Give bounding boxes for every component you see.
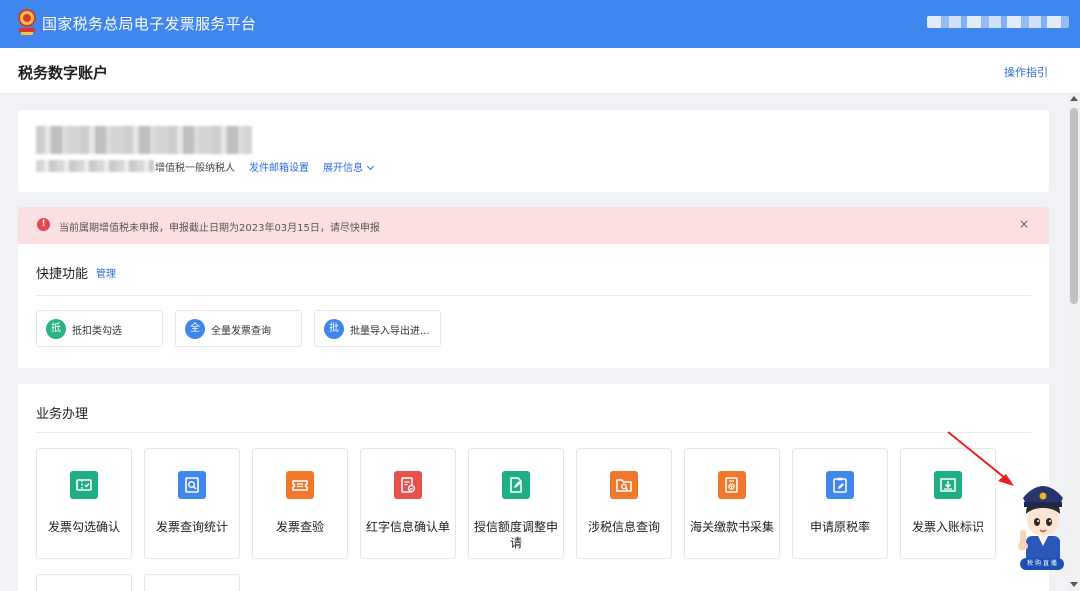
platform-title: 国家税务总局电子发票服务平台: [42, 15, 257, 33]
tile-invoice-query-statistics[interactable]: 发票查询统计: [144, 448, 240, 559]
tile-customs-payment-collection[interactable]: 海关缴款书采集: [684, 448, 780, 559]
ticket-check-icon: [70, 471, 98, 499]
company-info-card: 增值税一般纳税人 发件邮箱设置 展开信息: [18, 110, 1049, 192]
expand-info-link[interactable]: 展开信息: [323, 159, 375, 174]
deduction-badge-icon: 抵: [46, 319, 66, 339]
ticket-icon: [286, 471, 314, 499]
tile-label: 申请原税率: [809, 520, 870, 534]
scroll-down-icon[interactable]: [1070, 582, 1078, 587]
scroll-thumb[interactable]: [1070, 108, 1078, 304]
divider: [36, 432, 1031, 433]
top-bar: 国家税务总局电子发票服务平台: [0, 0, 1080, 48]
tile-red-info-confirmation[interactable]: 红字信息确认单: [360, 448, 456, 559]
tile-label: 授信额度调整申请: [473, 520, 558, 550]
folder-search-icon: [610, 471, 638, 499]
user-account-redacted[interactable]: [927, 16, 1069, 28]
warning-icon: !: [37, 218, 50, 231]
chevron-down-icon: [366, 162, 375, 171]
tile-label: 红字信息确认单: [365, 520, 450, 534]
divider: [36, 295, 1031, 296]
expand-info-label: 展开信息: [323, 163, 363, 174]
taxpayer-type: 增值税一般纳税人: [155, 163, 235, 174]
tile-label: 发票查询统计: [155, 520, 228, 534]
red-document-icon: [394, 471, 422, 499]
scroll-up-icon[interactable]: [1070, 96, 1078, 101]
manage-link[interactable]: 管理: [96, 265, 116, 280]
page-title: 税务数字账户: [18, 64, 109, 82]
tile-label: 发票勾选确认: [47, 520, 120, 534]
full-badge-icon: 全: [185, 319, 205, 339]
tile-invoice-verification[interactable]: 发票查验: [252, 448, 348, 559]
tile-apply-original-tax-rate[interactable]: 申请原税率: [792, 448, 888, 559]
page-header: 税务数字账户 操作指引: [0, 48, 1080, 94]
tile-credit-limit-adjustment[interactable]: 授信额度调整申请: [468, 448, 564, 559]
quick-functions-card: 快捷功能 管理 抵 抵扣类勾选 全 全量发票查询 批 批量导入导出进...: [18, 244, 1049, 368]
search-document-icon: [178, 471, 206, 499]
edit-document-icon: [502, 471, 530, 499]
quick-item-label: 抵扣类勾选: [72, 326, 122, 337]
quick-full-invoice-query-button[interactable]: 全 全量发票查询: [175, 310, 302, 347]
customs-document-icon: [718, 471, 746, 499]
red-arrow-icon: [947, 431, 1014, 486]
tile-next-row-1[interactable]: [36, 574, 132, 591]
operation-guide-link[interactable]: 操作指引: [1004, 64, 1048, 80]
batch-badge-icon: 批: [324, 319, 344, 339]
tile-tax-info-query[interactable]: 涉税信息查询: [576, 448, 672, 559]
quick-deduction-select-button[interactable]: 抵 抵扣类勾选: [36, 310, 163, 347]
tile-label: 海关缴款书采集: [689, 520, 774, 534]
quick-item-label: 全量发票查询: [211, 326, 271, 337]
alert-message: 当前属期增值税未申报，申报截止日期为2023年03月15日，请尽快申报: [59, 223, 380, 234]
tile-label: 发票查验: [275, 520, 324, 534]
close-icon[interactable]: ×: [1019, 217, 1029, 231]
declaration-alert: ! 当前属期增值税未申报，申报截止日期为2023年03月15日，请尽快申报 ×: [18, 207, 1049, 244]
tile-label: 涉税信息查询: [587, 520, 660, 534]
quick-item-label: 批量导入导出进...: [350, 326, 430, 337]
business-handling-title: 业务办理: [36, 407, 89, 422]
tax-emblem-icon: [18, 9, 36, 35]
business-handling-card: 业务办理 发票勾选确认 发票查询统计 发票查验 红字信息确认单 授信额度调整申请: [18, 384, 1049, 591]
company-name-redacted: [36, 126, 252, 154]
mascot-live-badge: 税 购 直 播: [1020, 558, 1064, 570]
clipboard-edit-icon: [826, 471, 854, 499]
quick-batch-import-export-button[interactable]: 批 批量导入导出进...: [314, 310, 441, 347]
quick-functions-title: 快捷功能: [36, 267, 89, 282]
email-settings-link[interactable]: 发件邮箱设置: [249, 159, 309, 174]
tile-invoice-selection-confirm[interactable]: 发票勾选确认: [36, 448, 132, 559]
tile-label: 发票入账标识: [911, 520, 984, 534]
tax-id-redacted: [36, 160, 154, 172]
tile-next-row-2[interactable]: [144, 574, 240, 591]
